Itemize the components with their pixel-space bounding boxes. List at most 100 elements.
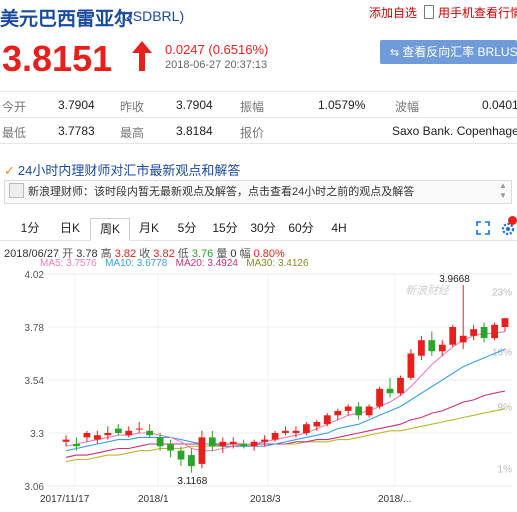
candle-body	[177, 450, 185, 460]
prev-close-label: 昨收	[120, 100, 145, 114]
candle-body	[386, 388, 394, 394]
tab-30min[interactable]: 30分	[244, 218, 282, 239]
candle-body	[167, 444, 174, 451]
tab-monthly[interactable]: 月K	[130, 218, 168, 239]
news-section-title[interactable]: ✓ 24小时内理财师对汇市最新观点和解答	[4, 160, 240, 179]
mobile-view-link[interactable]: 用手机查看行情	[424, 4, 517, 22]
candle-body	[198, 437, 206, 464]
candle-body	[125, 430, 133, 436]
candle-body	[271, 433, 279, 440]
quote-label: 报价	[240, 126, 265, 140]
candle-body	[135, 428, 143, 430]
candle-body	[323, 415, 331, 425]
mobile-view-label: 用手机查看行情	[438, 6, 517, 20]
high-label: 最高	[120, 126, 145, 140]
divider	[0, 117, 517, 118]
y-tick-label: 3.06	[25, 482, 45, 493]
candle-body	[365, 406, 373, 416]
check-icon: ✓	[4, 163, 15, 178]
candle-body	[303, 424, 310, 433]
reverse-rate-button[interactable]: ⇆ 查看反向汇率 BRLUSD	[380, 40, 517, 64]
candle-body	[229, 441, 237, 444]
candle-body	[146, 430, 153, 436]
tab-5min[interactable]: 5分	[170, 218, 204, 239]
candle-body	[376, 388, 383, 407]
candle-body	[240, 444, 248, 447]
divider	[0, 143, 517, 144]
tab-60min[interactable]: 60分	[282, 218, 320, 239]
open-label: 今开	[2, 100, 27, 114]
candle-body	[62, 439, 70, 442]
right-tick-label: 1%	[498, 464, 513, 475]
y-tick-label: 3.78	[25, 323, 45, 334]
page-title: 美元巴西雷亚尔	[0, 9, 134, 30]
candle-body	[459, 335, 467, 343]
tab-15min[interactable]: 15分	[206, 218, 244, 239]
candle-body	[480, 327, 488, 338]
news-scroll-arrows[interactable]: ▲ ▼	[499, 181, 507, 201]
tab-1min[interactable]: 1分	[12, 218, 48, 239]
candle-body	[208, 437, 216, 447]
amplitude-value: 1.0579%	[318, 98, 366, 112]
avatar	[9, 183, 24, 198]
candle-body	[418, 340, 425, 356]
min-price-label: 3.1168	[177, 476, 207, 487]
high-value: 3.8184	[176, 124, 213, 138]
fullscreen-icon[interactable]	[476, 221, 490, 235]
candle-body	[470, 329, 477, 336]
ma10-line	[65, 348, 506, 452]
notification-dot	[508, 216, 517, 225]
candle-body	[334, 410, 342, 416]
candle-body	[344, 406, 352, 411]
symbol-code: (USDBRL)	[118, 8, 185, 24]
current-price: 3.8151	[2, 38, 113, 79]
candlestick-chart[interactable]: 4.023.783.543.33.0623%16%9%1%新浪财经3.96683…	[0, 268, 517, 512]
swap-icon: ⇆	[390, 47, 400, 59]
candle-body	[438, 344, 446, 352]
phone-icon	[424, 5, 434, 19]
tab-4h[interactable]: 4H	[322, 218, 356, 239]
tab-daily[interactable]: 日K	[50, 218, 90, 239]
candle-body	[355, 406, 363, 416]
ma20-line	[65, 390, 506, 458]
watermark: 新浪财经	[405, 284, 450, 297]
y-tick-label: 3.3	[30, 429, 44, 440]
candle-body	[491, 324, 498, 339]
arrow-down-icon[interactable]: ▼	[499, 191, 507, 201]
right-tick-label: 9%	[498, 403, 513, 414]
candle-body	[428, 340, 436, 352]
tab-weekly[interactable]: 周K	[90, 218, 130, 241]
candle-body	[261, 439, 268, 442]
candle-body	[292, 430, 300, 433]
range-value: 0.0401	[482, 98, 517, 112]
candle-body	[397, 377, 404, 394]
news-item[interactable]: 新浪理财师：该时段内暂无最新观点及解答，点击查看24小时之前的观点及解答	[4, 180, 512, 204]
right-tick-label: 23%	[492, 288, 512, 299]
candle-body	[83, 433, 91, 438]
candle-body	[407, 353, 415, 378]
add-favorite-link[interactable]: 添加自选	[345, 4, 417, 22]
candle-body	[188, 455, 195, 467]
low-label: 最低	[2, 126, 27, 140]
reverse-rate-label: 查看反向汇率 BRLUSD	[402, 45, 517, 59]
y-tick-label: 4.02	[25, 270, 45, 281]
arrow-up-icon[interactable]: ▲	[499, 181, 507, 191]
divider	[0, 91, 517, 92]
price-change: 0.0247 (0.6516%)	[165, 42, 269, 57]
candle-body	[114, 428, 122, 433]
quote-source: Saxo Bank. Copenhager	[392, 124, 517, 138]
x-tick-label: 2018/...	[378, 494, 411, 505]
low-value: 3.7783	[58, 124, 95, 138]
up-arrow-icon	[132, 41, 152, 71]
candle-body	[156, 437, 164, 447]
open-value: 3.7904	[58, 98, 95, 112]
candle-body	[449, 327, 457, 345]
candle-body	[282, 430, 289, 433]
news-title-label: 24小时内理财师对汇市最新观点和解答	[17, 163, 241, 178]
range-label: 波幅	[395, 100, 420, 114]
max-price-label: 3.9668	[439, 274, 470, 285]
period-tabs: 1分 日K 周K 月K 5分 15分 30分 60分 4H	[0, 218, 517, 241]
candle-body	[94, 435, 101, 440]
candle-body	[73, 444, 80, 447]
y-tick-label: 3.54	[25, 376, 45, 387]
